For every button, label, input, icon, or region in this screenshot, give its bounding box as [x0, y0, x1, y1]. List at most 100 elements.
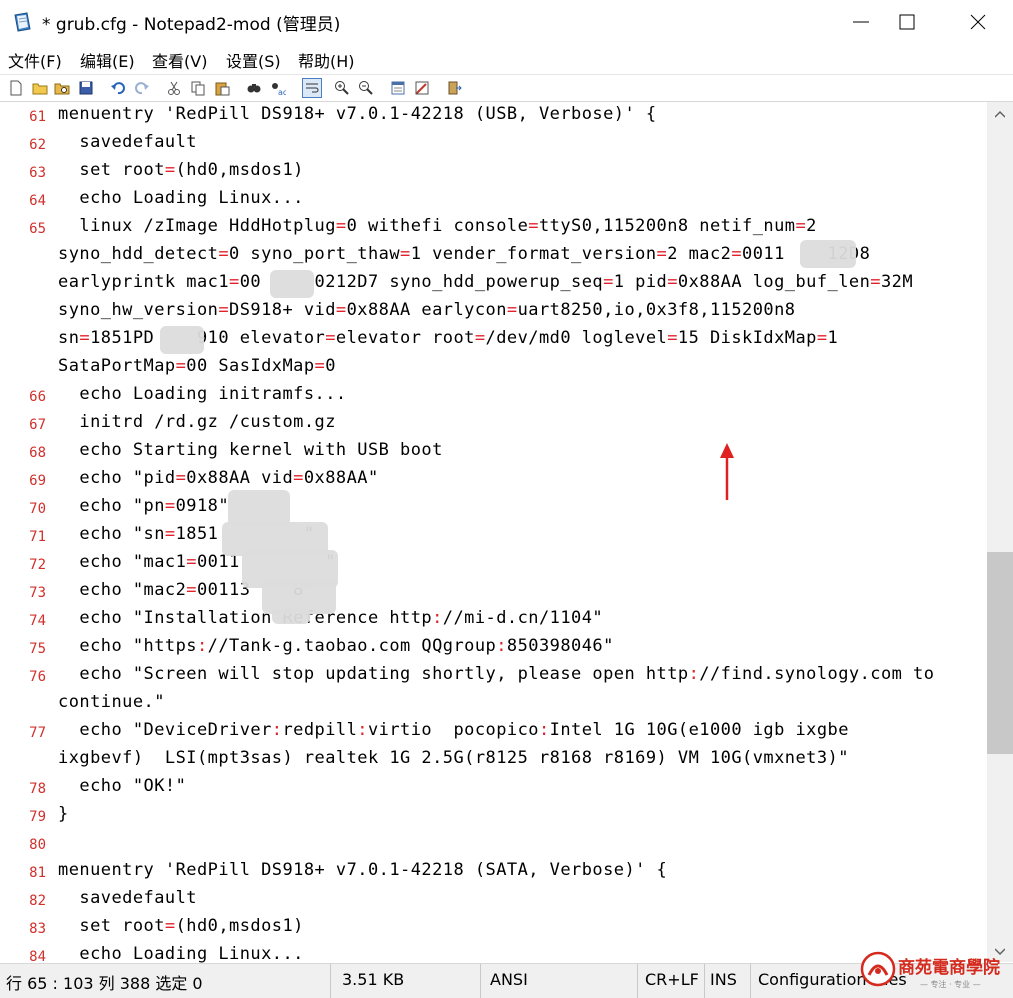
line-number: 73	[29, 585, 46, 601]
line-number: 67	[29, 417, 46, 433]
line-number: 74	[29, 613, 46, 629]
line-number: 83	[29, 921, 46, 937]
window-title: * grub.cfg - Notepad2-mod (管理员)	[42, 15, 341, 35]
redo-icon[interactable]	[134, 80, 150, 96]
line-number: 63	[29, 165, 46, 181]
menu-view[interactable]: 查看(V)	[152, 48, 207, 72]
line-number: 62	[29, 137, 46, 153]
browse-icon[interactable]	[54, 80, 70, 96]
status-divider	[750, 964, 751, 998]
line-number: 61	[29, 109, 46, 125]
redaction-blur	[270, 270, 314, 298]
code-line: }	[58, 804, 69, 824]
code-line: echo Loading Linux...	[79, 944, 304, 964]
status-divider	[330, 964, 331, 998]
line-number: 65	[29, 221, 46, 237]
status-encoding[interactable]: ANSI	[490, 970, 528, 989]
redaction-blur	[160, 326, 204, 354]
cut-icon[interactable]	[166, 80, 182, 96]
maximize-icon	[899, 14, 915, 30]
status-divider	[637, 964, 638, 998]
toolbar: ac	[0, 74, 1013, 102]
code-line: set root=(hd0,msdos1)	[79, 916, 304, 936]
code-line: continue."	[58, 692, 165, 712]
menu-settings[interactable]: 设置(S)	[226, 48, 281, 72]
code-line: echo "DeviceDriver:redpill:virtio pocopi…	[79, 720, 849, 740]
find-icon[interactable]	[246, 80, 262, 96]
status-eol[interactable]: CR+LF	[645, 970, 699, 989]
undo-icon[interactable]	[110, 80, 126, 96]
code-line: syno_hdd_detect=0 syno_port_thaw=1 vende…	[58, 244, 871, 264]
exit-icon[interactable]	[446, 80, 462, 96]
minimize-icon	[853, 21, 869, 23]
code-line: menuentry 'RedPill DS918+ v7.0.1-42218 (…	[58, 104, 657, 124]
menu-help[interactable]: 帮助(H)	[298, 48, 355, 72]
line-number: 68	[29, 445, 46, 461]
replace-icon[interactable]: ac	[270, 80, 286, 96]
svg-text:ac: ac	[278, 88, 286, 96]
minimize-button[interactable]	[838, 0, 884, 44]
open-icon[interactable]	[32, 80, 48, 96]
code-line: echo "Screen will stop updating shortly,…	[79, 664, 935, 684]
line-number: 81	[29, 865, 46, 881]
line-number: 76	[29, 669, 46, 685]
redaction-blur	[228, 490, 290, 526]
settings-icon[interactable]	[390, 80, 406, 96]
text-editor[interactable]: 61 menuentry 'RedPill DS918+ v7.0.1-42218…	[0, 102, 987, 965]
new-file-icon[interactable]	[8, 80, 24, 96]
code-line: syno_hw_version=DS918+ vid=0x88AA earlyc…	[58, 300, 796, 320]
paste-icon[interactable]	[214, 80, 230, 96]
line-number: 69	[29, 473, 46, 489]
code-line: ixgbevf) LSI(mpt3sas) realtek 1G 2.5G(r8…	[58, 748, 849, 768]
scroll-up-arrow-icon[interactable]	[995, 110, 1005, 118]
zoom-out-icon[interactable]	[358, 80, 374, 96]
code-line: menuentry 'RedPill DS918+ v7.0.1-42218 (…	[58, 860, 668, 880]
watermark-subtext: — 专注 · 专业 —	[920, 980, 981, 989]
line-number: 78	[29, 781, 46, 797]
menu-bar: 文件(F) 编辑(E) 查看(V) 设置(S) 帮助(H)	[0, 45, 1013, 73]
line-number: 66	[29, 389, 46, 405]
watermark-emblem-icon	[860, 951, 896, 987]
code-line: initrd /rd.gz /custom.gz	[79, 412, 336, 432]
status-divider	[480, 964, 481, 998]
line-number: 64	[29, 193, 46, 209]
code-line: savedefault	[79, 888, 197, 908]
close-button[interactable]	[955, 0, 1001, 44]
line-number: 75	[29, 641, 46, 657]
code-line: set root=(hd0,msdos1)	[79, 160, 304, 180]
status-ins[interactable]: INS	[710, 970, 737, 989]
status-position: 行 65 : 103 列 388 选定 0	[6, 974, 203, 993]
close-icon	[970, 14, 986, 30]
code-line: echo "https://Tank-g.taobao.com QQgroup:…	[79, 636, 614, 656]
redaction-blur	[800, 240, 856, 268]
code-line: echo "pn=0918"	[79, 496, 229, 516]
line-number: 71	[29, 529, 46, 545]
line-number: 82	[29, 893, 46, 909]
vertical-scrollbar[interactable]	[987, 102, 1013, 962]
code-line: echo Loading Linux...	[79, 188, 304, 208]
watermark-logo: 商苑電商學院 — 专注 · 专业 —	[858, 949, 1013, 995]
code-line: linux /zImage HddHotplug=0 withefi conso…	[79, 216, 817, 236]
menu-edit[interactable]: 编辑(E)	[80, 48, 135, 72]
line-number: 70	[29, 501, 46, 517]
status-divider	[704, 964, 705, 998]
watermark-text: 商苑電商學院	[898, 958, 1000, 978]
zoom-in-icon[interactable]	[334, 80, 350, 96]
status-size: 3.51 KB	[342, 970, 405, 989]
title-bar: * grub.cfg - Notepad2-mod (管理员)	[0, 0, 1013, 44]
save-icon[interactable]	[78, 80, 94, 96]
code-line: echo Starting kernel with USB boot	[79, 440, 443, 460]
copy-icon[interactable]	[190, 80, 206, 96]
line-number: 72	[29, 557, 46, 573]
scheme-icon[interactable]	[414, 80, 430, 96]
code-line: SataPortMap=00 SasIdxMap=0	[58, 356, 336, 376]
red-arrow-annotation	[720, 443, 734, 500]
scrollbar-thumb[interactable]	[987, 552, 1013, 754]
line-number: 79	[29, 809, 46, 825]
word-wrap-icon[interactable]	[302, 78, 322, 98]
maximize-button[interactable]	[884, 0, 930, 44]
line-number: 80	[29, 837, 46, 853]
notepad-app-icon[interactable]	[12, 11, 34, 33]
menu-file[interactable]: 文件(F)	[8, 48, 62, 72]
code-line: savedefault	[79, 132, 197, 152]
